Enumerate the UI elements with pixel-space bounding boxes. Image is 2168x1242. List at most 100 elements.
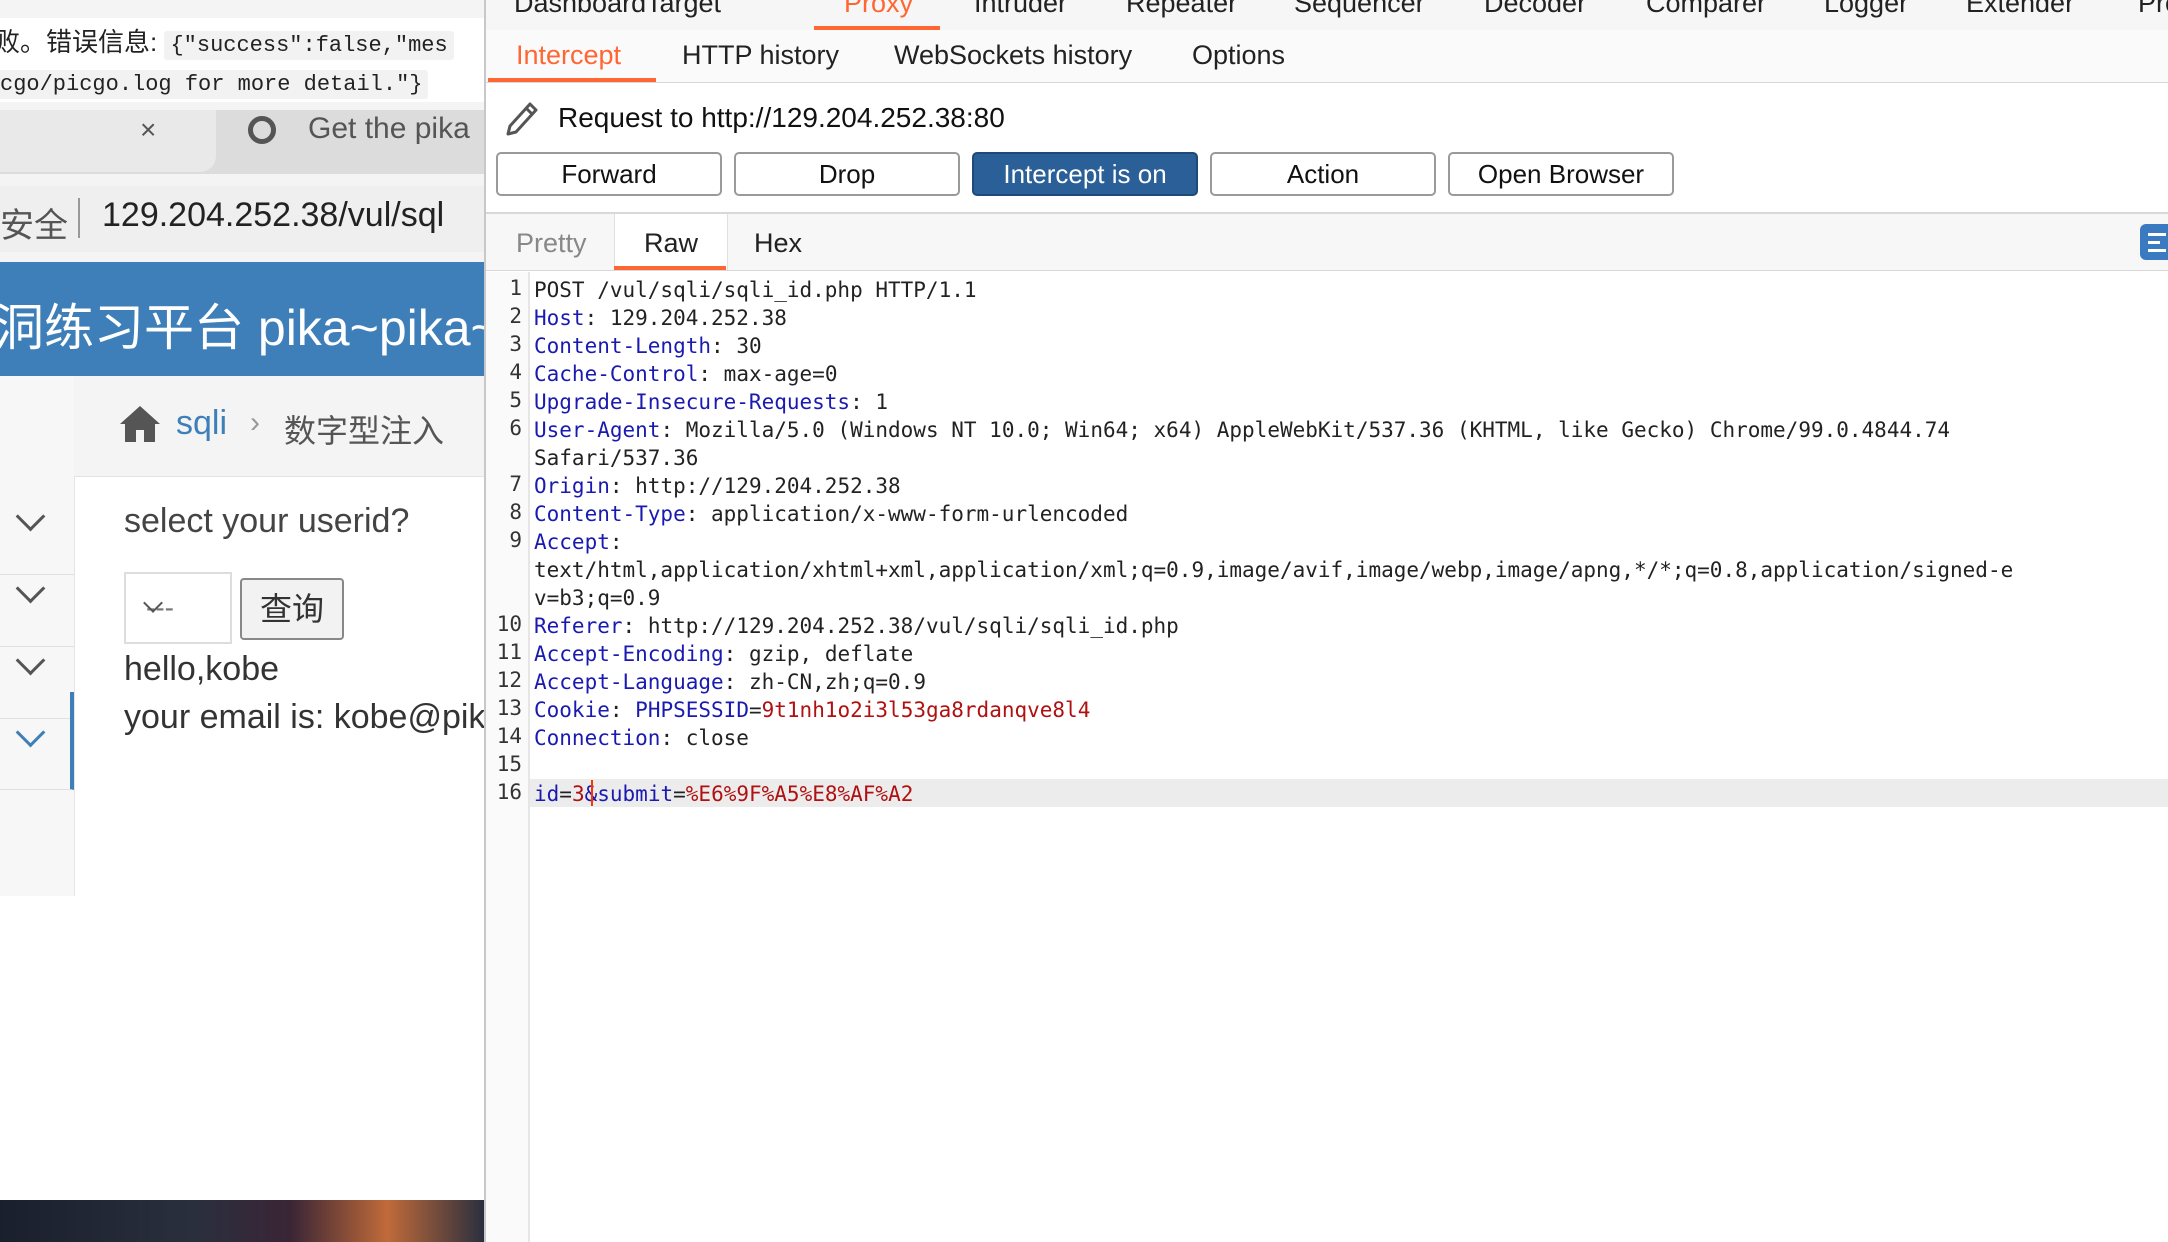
tab-target[interactable]: Target <box>646 0 721 19</box>
line-number: 10 <box>496 612 522 636</box>
header-line: User-Agent: Mozilla/5.0 (Windows NT 10.0… <box>534 416 1950 444</box>
tab-extender[interactable]: Extender <box>1966 0 2074 19</box>
forward-button[interactable]: Forward <box>496 152 722 196</box>
site-title: 洞练习平台 pika~pika~ <box>0 300 484 356</box>
header-value: 129.204.252.38 <box>597 306 787 330</box>
desktop-wallpaper-strip <box>0 1200 484 1242</box>
header-colon: : <box>609 474 623 498</box>
request-target-bar: Request to http://129.204.252.38:80 <box>486 82 2168 152</box>
line-number: 14 <box>496 724 522 748</box>
tab-logger[interactable]: Logger <box>1824 0 1908 19</box>
header-value: http://129.204.252.38/vul/sqli/sqli_id.p… <box>635 614 1179 638</box>
tab-comparer[interactable]: Comparer <box>1646 0 1766 19</box>
breadcrumb: sqli › 数字型注入 <box>74 376 484 477</box>
header-line: Accept-Encoding: gzip, deflate <box>534 640 913 668</box>
tab-hex[interactable]: Hex <box>754 228 802 259</box>
open-browser-button[interactable]: Open Browser <box>1448 152 1674 196</box>
line-number: 3 <box>509 332 522 356</box>
line-number: 2 <box>509 304 522 328</box>
notice-code-1: {"success":false,"mes <box>164 31 454 60</box>
notice-text: 败。错误信息: <box>0 27 158 57</box>
line-number: 5 <box>509 388 522 412</box>
request-editor[interactable]: 1 2 3 4 5 6 7 8 9 10 11 12 13 14 15 16 P… <box>486 272 2168 1242</box>
header-value: gzip, deflate <box>736 642 914 666</box>
drop-button[interactable]: Drop <box>734 152 960 196</box>
browser-tab-label[interactable]: Get the pika <box>308 112 470 146</box>
tab-project-options[interactable]: Pro <box>2138 0 2168 19</box>
close-icon[interactable]: × <box>140 114 156 146</box>
text-caret <box>591 780 593 806</box>
header-line: Accept-Language: zh-CN,zh;q=0.9 <box>534 668 926 696</box>
tab-repeater[interactable]: Repeater <box>1126 0 1237 19</box>
home-icon[interactable] <box>118 404 162 444</box>
header-colon: : <box>711 334 724 358</box>
header-value: 1 <box>862 390 889 414</box>
result-email: your email is: kobe@pik <box>124 698 484 736</box>
header-value: http://129.204.252.38 <box>622 474 901 498</box>
tab-intruder[interactable]: Intruder <box>974 0 1067 19</box>
cookie-value: 9t1nh1o2i3l53ga8rdanqve8l4 <box>761 698 1091 722</box>
header-colon: : <box>698 362 712 386</box>
header-name: Content-Type <box>534 502 686 526</box>
pencil-icon[interactable] <box>502 96 542 138</box>
header-name: Accept-Encoding <box>534 642 724 666</box>
address-bar[interactable]: 安全 129.204.252.38/vul/sql <box>0 186 484 252</box>
tab-decoder[interactable]: Decoder <box>1484 0 1586 19</box>
header-colon: : <box>685 502 699 526</box>
tab-sequencer[interactable]: Sequencer <box>1294 0 1425 19</box>
side-nav-item-active[interactable] <box>0 692 74 790</box>
header-value: application/x-www-form-urlencoded <box>698 502 1129 526</box>
line-number: 13 <box>496 696 522 720</box>
header-value <box>623 698 636 722</box>
line-number: 1 <box>509 276 522 300</box>
header-colon: : <box>850 390 863 414</box>
body-equals: = <box>559 782 572 806</box>
cookie-name: PHPSESSID <box>635 698 749 722</box>
message-view-tabs: Pretty Raw Hex <box>486 214 2168 271</box>
line-number: 8 <box>509 500 522 524</box>
query-button[interactable]: 查询 <box>240 578 344 640</box>
intercept-toggle-button[interactable]: Intercept is on <box>972 152 1198 196</box>
browser-window: 败。错误信息: {"success":false,"mes cgo/picgo.… <box>0 0 484 1242</box>
header-line: Upgrade-Insecure-Requests: 1 <box>534 388 888 416</box>
line-number: 16 <box>496 780 522 804</box>
userid-select[interactable]: --- <box>124 572 232 644</box>
tab-intercept[interactable]: Intercept <box>516 40 621 71</box>
browser-tab-active[interactable]: × <box>0 110 216 172</box>
request-target-label: Request to http://129.204.252.38:80 <box>558 102 1005 133</box>
header-line: Accept: <box>534 528 623 556</box>
header-line: Referer: http://129.204.252.38/vul/sqli/… <box>534 612 1179 640</box>
site-header: 洞练习平台 pika~pika~ <box>0 262 484 376</box>
header-line: Host: 129.204.252.38 <box>534 304 787 332</box>
line-number: 11 <box>496 640 522 664</box>
cookie-equals: = <box>748 698 762 722</box>
header-value: close <box>673 726 749 750</box>
tab-proxy[interactable]: Proxy <box>844 0 913 19</box>
header-value: 30 <box>723 334 762 358</box>
tab-websockets-history[interactable]: WebSockets history <box>894 40 1132 71</box>
chevron-down-icon <box>15 573 46 604</box>
line-number: 15 <box>496 752 522 776</box>
breadcrumb-current: 数字型注入 <box>284 413 445 449</box>
tab-pretty[interactable]: Pretty <box>516 228 587 259</box>
action-button[interactable]: Action <box>1210 152 1436 196</box>
breadcrumb-link[interactable]: sqli <box>176 404 227 443</box>
tab-dashboard[interactable]: Dashboard <box>514 0 646 19</box>
tab-http-history[interactable]: HTTP history <box>682 40 839 71</box>
header-value-wrapped: Safari/537.36 <box>534 446 699 470</box>
line-number: 7 <box>509 472 522 496</box>
header-name: Content-Length <box>534 334 712 358</box>
wrap-lines-icon[interactable] <box>2140 224 2168 260</box>
header-colon: : <box>622 614 636 638</box>
header-line: Content-Type: application/x-www-form-url… <box>534 500 1128 528</box>
burp-window: Dashboard Target Proxy Intruder Repeater… <box>484 0 2168 1242</box>
tab-raw[interactable]: Raw <box>644 228 698 259</box>
address-url[interactable]: 129.204.252.38/vul/sql <box>102 196 444 235</box>
header-name: Upgrade-Insecure-Requests <box>534 390 851 414</box>
header-colon: : <box>609 530 623 554</box>
error-notice: 败。错误信息: {"success":false,"mes cgo/picgo.… <box>0 18 484 102</box>
tab-options[interactable]: Options <box>1192 40 1285 71</box>
security-indicator[interactable]: 安全 <box>0 198 68 247</box>
request-line: POST /vul/sqli/sqli_id.php HTTP/1.1 <box>534 278 977 302</box>
notice-line-1: 败。错误信息: {"success":false,"mes <box>0 22 454 60</box>
